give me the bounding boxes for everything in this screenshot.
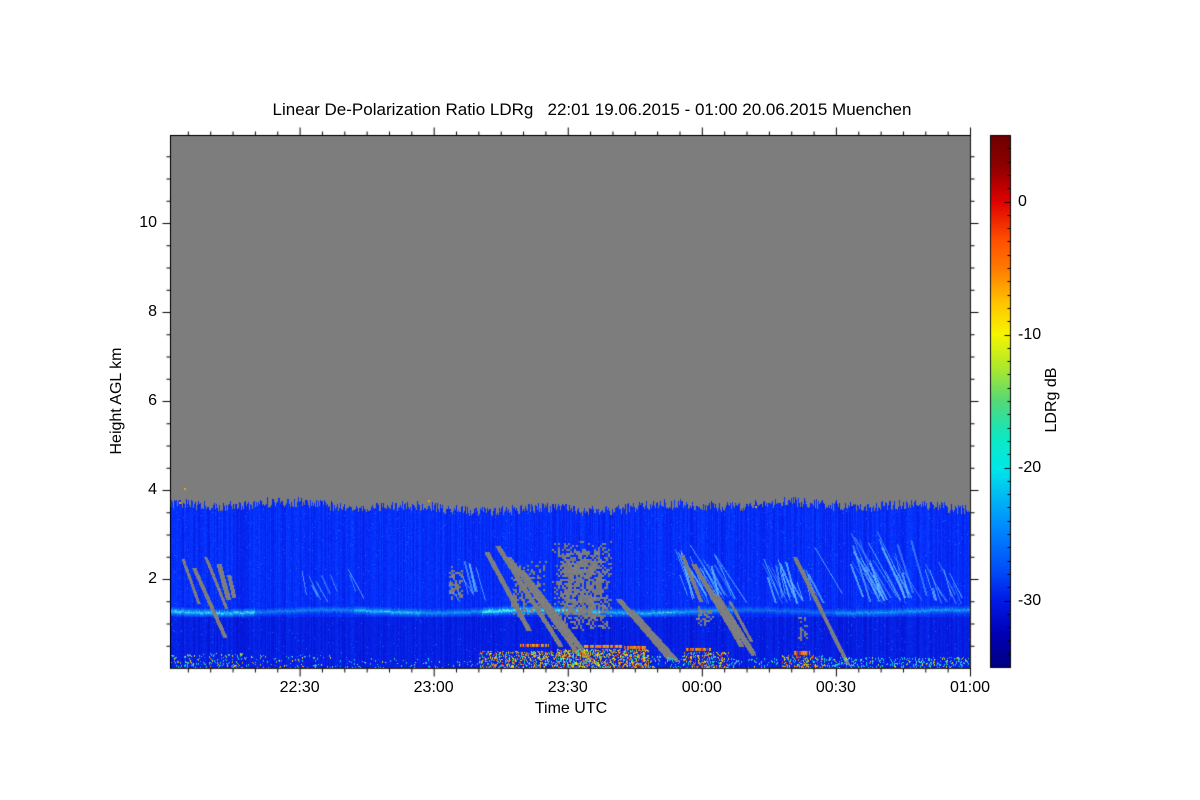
y-tick-label: 2	[148, 570, 157, 587]
y-axis-label: Height AGL km	[108, 347, 125, 455]
y-tick-label: 10	[139, 214, 157, 231]
x-tick-label: 22:30	[279, 679, 320, 696]
y-tick-label: 4	[148, 481, 157, 498]
colorbar-label: LDRg dB	[1043, 367, 1060, 433]
axes-colorbar-canvas	[0, 0, 1200, 800]
x-tick-label: 23:00	[413, 679, 454, 696]
x-tick-label: 23:30	[547, 679, 588, 696]
ldr-time-height-figure: Linear De-Polarization Ratio LDRg 22:01 …	[0, 0, 1200, 800]
colorbar-tick-label: -30	[1018, 591, 1042, 609]
x-axis-label: Time UTC	[534, 700, 608, 717]
colorbar-tick-label: -20	[1018, 458, 1042, 476]
y-tick-label: 8	[148, 303, 157, 320]
colorbar-tick-label: -10	[1018, 325, 1042, 343]
x-tick-label: 00:30	[815, 679, 856, 696]
x-tick-label: 01:00	[949, 679, 991, 696]
y-tick-label: 6	[148, 392, 157, 409]
colorbar-tick-label: 0	[1018, 192, 1027, 210]
x-tick-label: 00:00	[681, 679, 722, 696]
